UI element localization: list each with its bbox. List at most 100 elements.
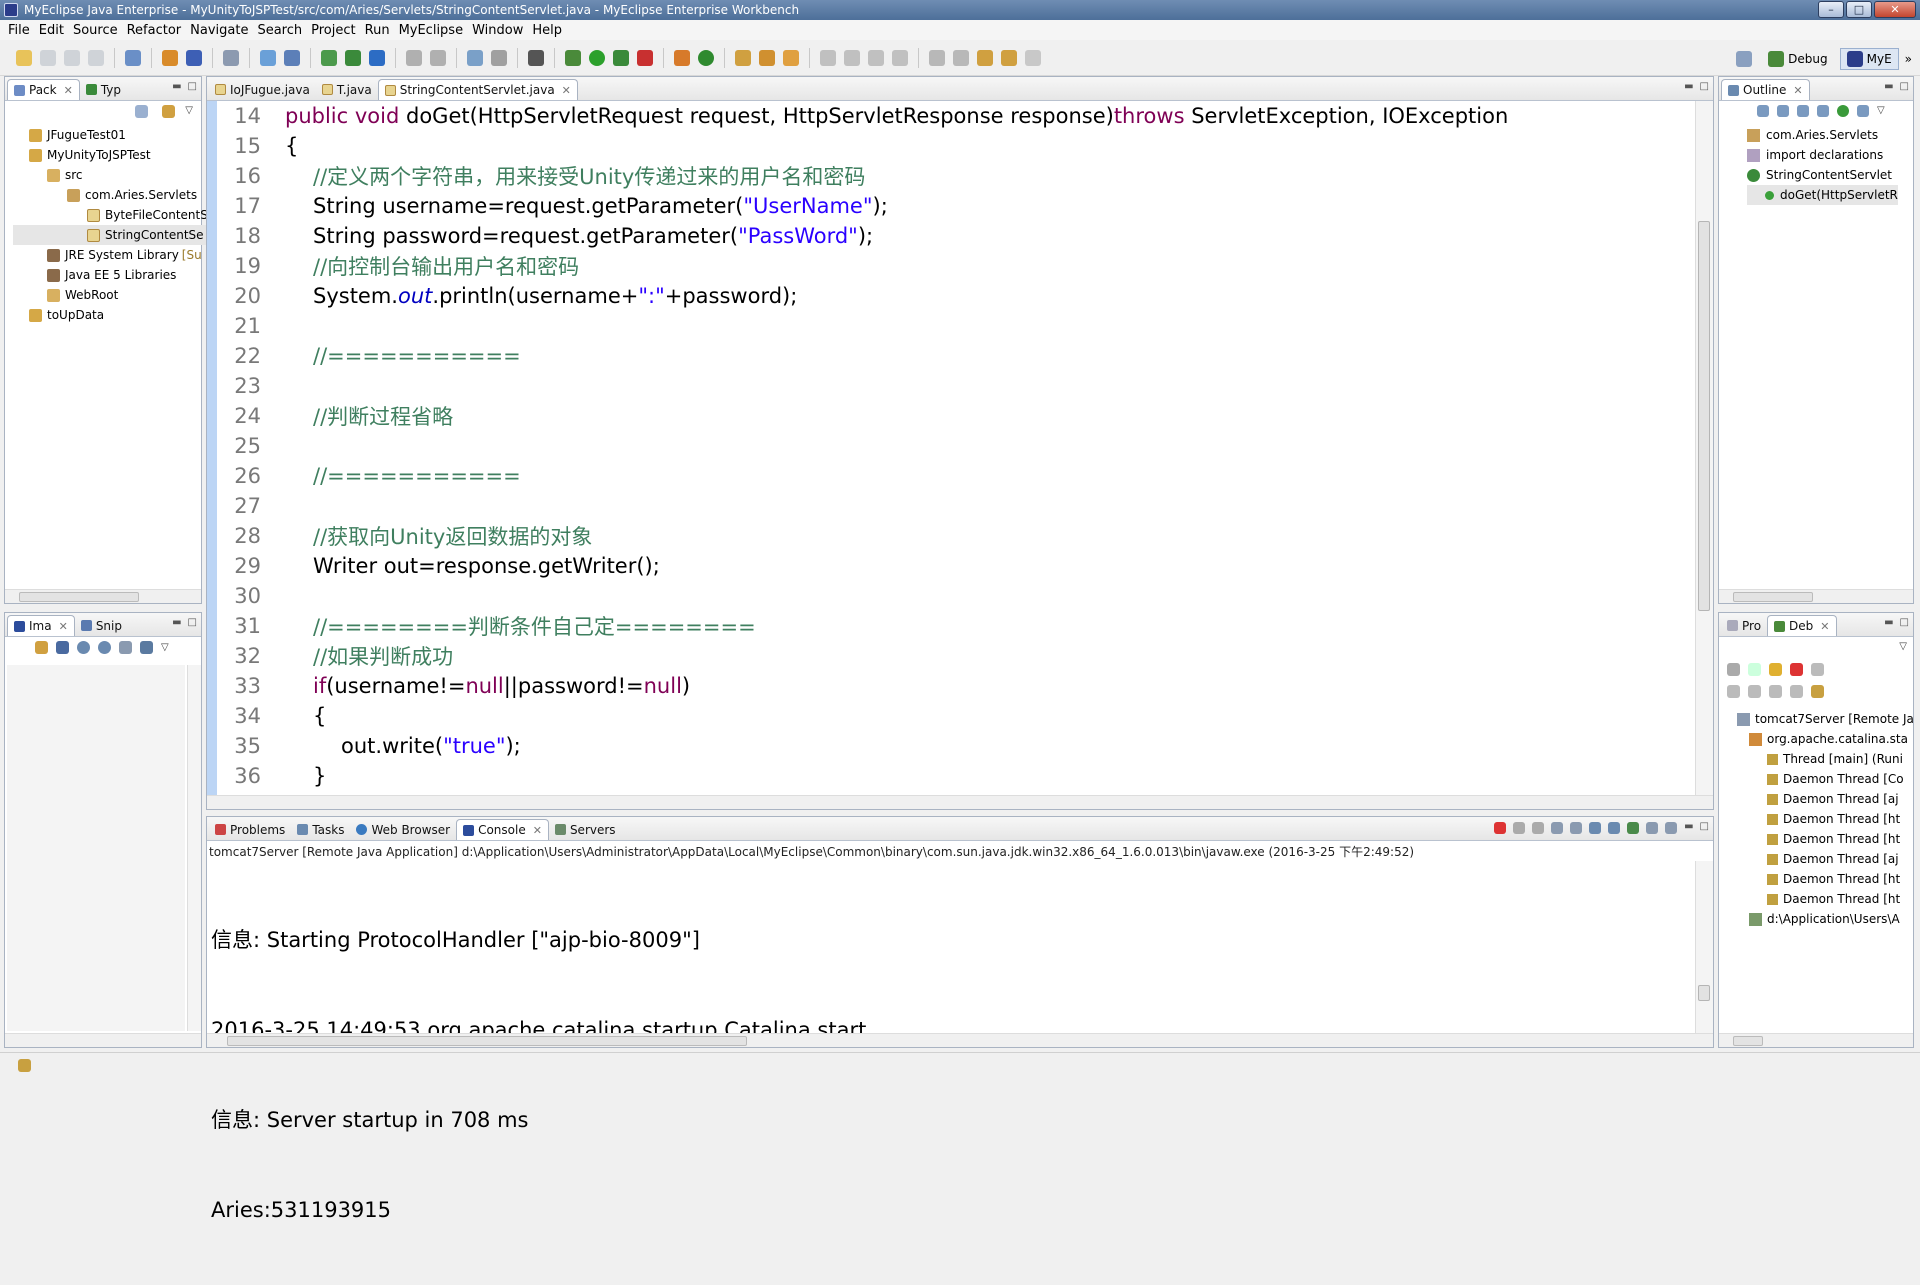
tab-debug[interactable]: Deb ✕ [1767,615,1837,636]
annotation-icon[interactable] [820,49,836,66]
tab-stringcontentservlet-java[interactable]: StringContentServlet.java ✕ [377,79,578,100]
tree-item[interactable]: com.Aries.Servlets [13,185,208,205]
horizontal-scrollbar[interactable] [1719,589,1913,603]
maximize-view-icon[interactable]: □ [188,81,197,92]
disconnect-icon[interactable] [1811,663,1824,676]
horizontal-scrollbar[interactable] [207,1033,1713,1047]
menu-refactor[interactable]: Refactor [125,23,189,38]
close-icon[interactable]: ✕ [59,620,68,633]
maximize-view-icon[interactable]: □ [1900,81,1909,92]
tree-item[interactable]: Java EE 5 Libraries [13,265,208,285]
debug-item[interactable]: Daemon Thread [ht [1727,889,1914,909]
terminate-icon[interactable] [1790,663,1803,676]
maximize-button[interactable]: □ [1846,1,1872,18]
horizontal-scrollbar[interactable] [5,589,201,603]
perspective-myeclipse[interactable]: MyE [1839,48,1899,70]
menu-project[interactable]: Project [309,23,362,38]
close-icon[interactable]: ✕ [562,84,571,97]
tab-web-browser[interactable]: Web Browser [350,819,456,840]
save-all-icon[interactable] [64,49,80,66]
window-icon[interactable] [528,49,544,66]
outline-item[interactable]: com.Aries.Servlets [1747,125,1898,145]
show-stderr-icon[interactable] [1608,822,1620,834]
menu-file[interactable]: File [6,23,37,38]
menu-window[interactable]: Window [470,23,530,38]
fit-icon[interactable] [56,641,69,654]
tab-iojfugue-java[interactable]: IoJFugue.java [209,79,316,100]
tree-item[interactable]: ByteFileContentS [13,205,208,225]
forward-icon[interactable] [1025,49,1041,66]
tab-snippets[interactable]: Snip [75,615,128,636]
debug-item[interactable]: Thread [main] (Runi [1727,749,1914,769]
new-web-icon[interactable] [467,49,483,66]
new-db-icon[interactable] [491,49,507,66]
suspend-icon[interactable] [1769,663,1782,676]
debug-item[interactable]: d:\Application\Users\A [1727,909,1914,929]
outline-item[interactable]: StringContentServlet [1747,165,1898,185]
terminate-icon[interactable] [1494,822,1506,834]
view-menu-icon[interactable]: ▽ [1877,105,1885,117]
close-icon[interactable]: ✕ [1793,84,1802,97]
step-into-icon[interactable] [1727,685,1740,698]
tab-t-java[interactable]: T.java [316,79,378,100]
show-stdout-icon[interactable] [1589,822,1601,834]
toggle-block-icon[interactable] [430,49,446,66]
coverage-icon[interactable] [613,49,629,66]
menu-navigate[interactable]: Navigate [188,23,255,38]
debug-item[interactable]: Daemon Thread [aj [1727,789,1914,809]
tab-type-hierarchy[interactable]: Typ [80,79,127,100]
tree-item[interactable]: src [13,165,208,185]
vertical-scrollbar[interactable] [187,665,201,1031]
external-tools-icon[interactable] [637,49,653,66]
minimize-view-icon[interactable]: ▬ [1684,81,1693,92]
vertical-scrollbar[interactable] [1695,101,1713,795]
step-over-icon[interactable] [1748,685,1761,698]
run-icon[interactable] [589,49,605,66]
display-console-icon[interactable] [1646,822,1658,834]
view-menu-icon[interactable]: ▽ [161,642,169,653]
back-icon[interactable] [977,49,993,66]
show-whitespace-icon[interactable] [868,49,884,66]
deploy-icon[interactable] [223,49,239,66]
remove-launch-icon[interactable] [1513,822,1525,834]
view-menu-icon[interactable]: ▽ [185,105,193,118]
tree-item[interactable]: JRE System Library [Su [13,245,208,265]
resume-icon[interactable] [1748,663,1761,676]
tab-package-explorer[interactable]: Pack ✕ [7,79,80,100]
tree-item[interactable]: StringContentSe [13,225,208,245]
drop-frame-icon[interactable] [1790,685,1803,698]
new-project-icon[interactable] [125,49,141,66]
minimize-view-icon[interactable]: ▬ [1884,81,1893,92]
debug-item[interactable]: Daemon Thread [Co [1727,769,1914,789]
edit-icon[interactable] [783,49,799,66]
nav-back-icon[interactable] [1001,49,1017,66]
vertical-scrollbar[interactable] [1695,861,1713,1033]
outline-item[interactable]: import declarations [1747,145,1898,165]
hide-nonpublic-icon[interactable] [1837,105,1849,117]
zoom-out-icon[interactable] [77,641,90,654]
tab-image[interactable]: Ima ✕ [7,615,75,636]
maximize-view-icon[interactable]: □ [1900,617,1909,628]
actual-size-icon[interactable] [119,641,132,654]
horizontal-scrollbar[interactable] [5,1033,201,1047]
maximize-view-icon[interactable]: □ [1700,81,1709,92]
debug-item[interactable]: Daemon Thread [ht [1727,829,1914,849]
minimize-view-icon[interactable]: ▬ [1884,617,1893,628]
new-java-project-icon[interactable] [674,49,690,66]
minimize-view-icon[interactable]: ▬ [172,617,181,628]
debug-item[interactable]: org.apache.catalina.sta [1727,729,1914,749]
perspective-overflow[interactable]: » [1905,52,1912,66]
server-start-icon[interactable] [345,49,361,66]
link-editor-icon[interactable] [162,105,176,118]
menu-edit[interactable]: Edit [37,23,71,38]
remove-all-icon[interactable] [1532,822,1544,834]
menu-run[interactable]: Run [363,23,397,38]
fit-window-icon[interactable] [140,641,153,654]
debug-item[interactable]: Daemon Thread [aj [1727,849,1914,869]
perspective-debug[interactable]: Debug [1762,49,1833,69]
horizontal-scrollbar[interactable] [207,795,1713,809]
server-icon[interactable] [321,49,337,66]
hide-local-types-icon[interactable] [1857,105,1869,117]
highlight-icon[interactable] [844,49,860,66]
minimize-view-icon[interactable]: ▬ [172,81,181,92]
